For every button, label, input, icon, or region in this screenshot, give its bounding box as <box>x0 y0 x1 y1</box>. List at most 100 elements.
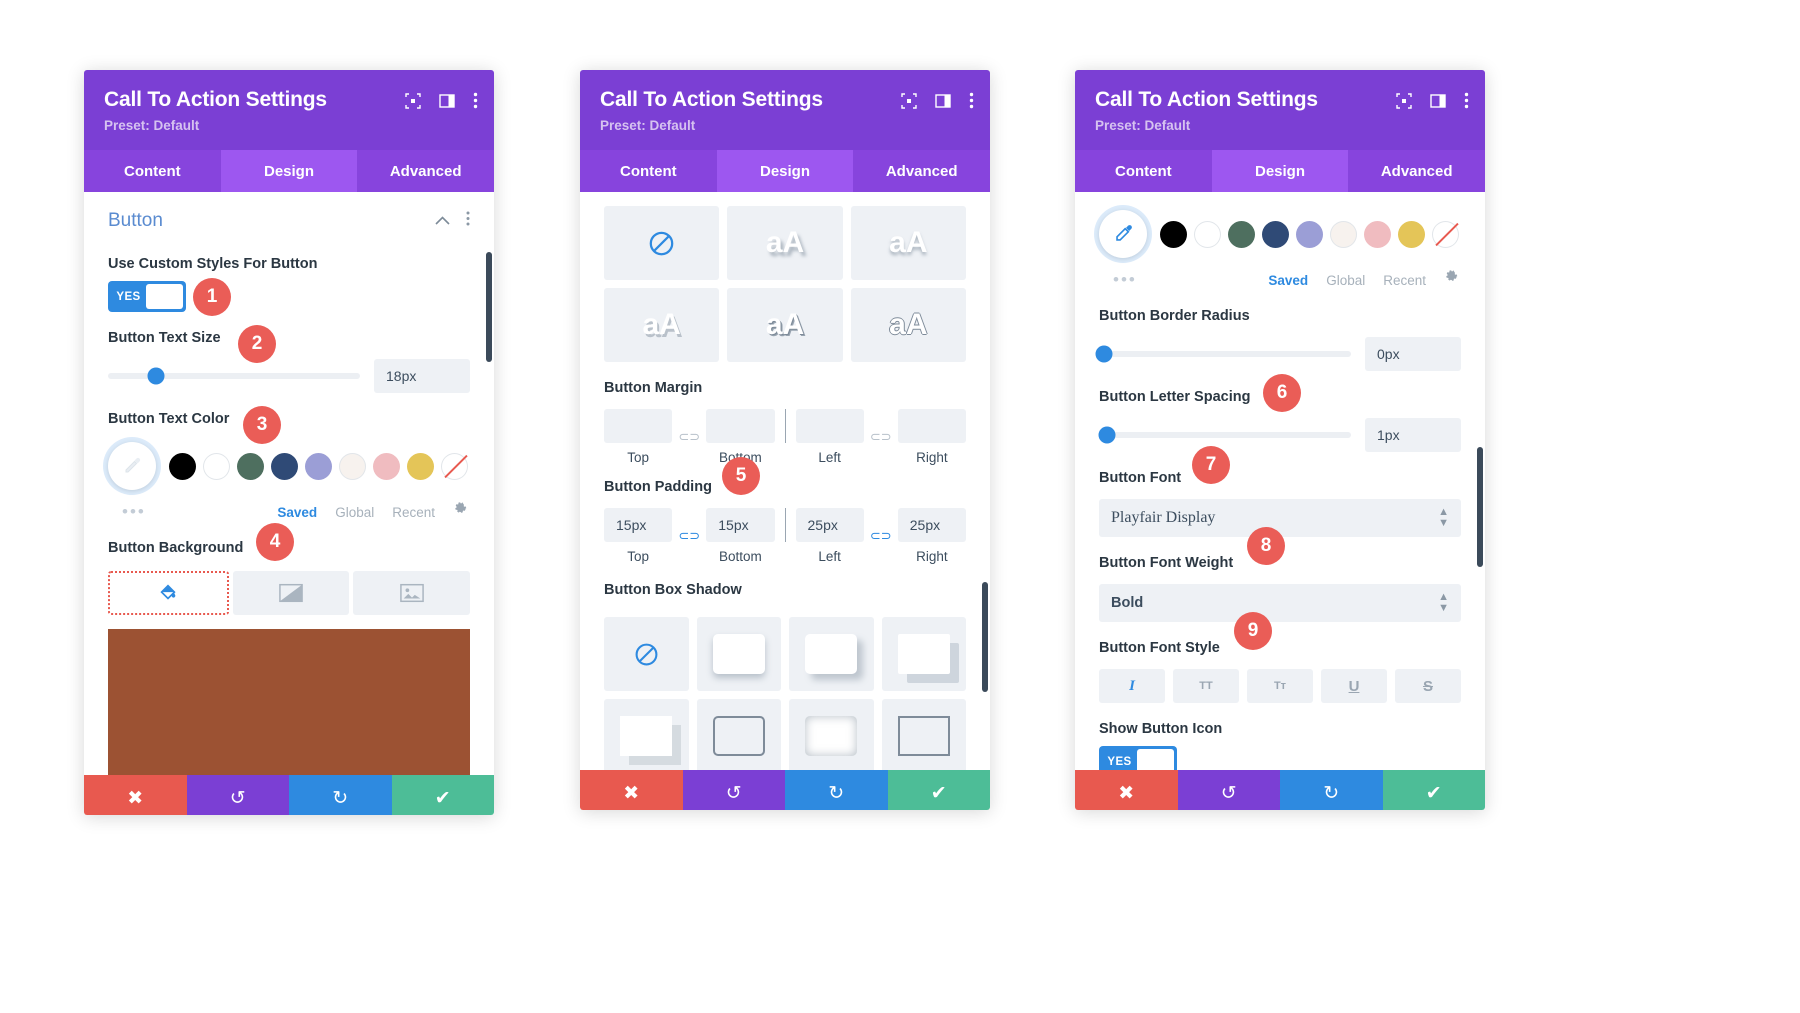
expand-icon[interactable] <box>901 92 917 109</box>
button-font-select[interactable]: Playfair Display ▲ ▼ <box>1099 499 1461 537</box>
panel-preset[interactable]: Preset: Default <box>104 118 474 133</box>
swatch-pink[interactable] <box>373 452 400 480</box>
tab-content[interactable]: Content <box>580 150 717 192</box>
cancel-button[interactable]: ✖ <box>580 770 683 810</box>
more-options-icon[interactable] <box>1464 92 1469 109</box>
expand-icon[interactable] <box>1396 92 1412 109</box>
font-style-italic[interactable]: I <box>1099 669 1165 703</box>
cancel-button[interactable]: ✖ <box>84 775 187 815</box>
swatch-black[interactable] <box>1160 220 1187 248</box>
margin-bottom-input[interactable] <box>706 409 775 443</box>
layout-panel-icon[interactable] <box>439 93 455 109</box>
swatch-navy[interactable] <box>1262 220 1289 248</box>
swatch-cream[interactable] <box>339 452 366 480</box>
tab-design[interactable]: Design <box>716 150 854 192</box>
text-shadow-option-4[interactable]: aA <box>604 288 720 362</box>
swatch-green[interactable] <box>237 452 264 480</box>
undo-button[interactable]: ↺ <box>186 775 289 815</box>
font-style-smallcaps[interactable]: Tᴛ <box>1247 669 1313 703</box>
gear-icon[interactable] <box>1444 270 1459 290</box>
more-colors-icon[interactable]: ••• <box>1099 270 1137 290</box>
link-icon[interactable]: ⊂⊃ <box>864 528 898 544</box>
letter-spacing-slider[interactable] <box>1098 426 1351 444</box>
font-style-uppercase[interactable]: TT <box>1173 669 1239 703</box>
text-shadow-option-6[interactable]: aA <box>850 288 966 362</box>
text-shadow-option-3[interactable]: aA <box>850 206 966 280</box>
link-icon[interactable]: ⊂⊃ <box>672 528 706 544</box>
undo-button[interactable]: ↺ <box>682 770 785 810</box>
swatch-white[interactable] <box>1194 220 1221 248</box>
eyedropper-icon[interactable] <box>108 442 156 490</box>
margin-left-input[interactable] <box>795 409 864 443</box>
swatch-green[interactable] <box>1228 220 1255 248</box>
expand-icon[interactable] <box>405 92 421 109</box>
link-icon[interactable]: ⊂⊃ <box>672 429 706 445</box>
text-shadow-option-2[interactable]: aA <box>727 206 843 280</box>
save-button[interactable]: ✔ <box>1382 770 1485 810</box>
swatch-cream[interactable] <box>1330 220 1357 248</box>
palette-tab-recent[interactable]: Recent <box>1383 273 1426 288</box>
palette-tab-recent[interactable]: Recent <box>392 505 435 520</box>
save-button[interactable]: ✔ <box>391 775 494 815</box>
tab-advanced[interactable]: Advanced <box>357 150 494 192</box>
button-text-size-slider[interactable] <box>108 367 360 385</box>
more-colors-icon[interactable]: ••• <box>108 502 146 522</box>
swatch-periwinkle[interactable] <box>1296 220 1323 248</box>
more-options-icon[interactable] <box>969 92 974 109</box>
margin-top-input[interactable] <box>604 409 673 443</box>
palette-tab-saved[interactable]: Saved <box>1268 273 1308 288</box>
padding-left-input[interactable]: 25px <box>795 508 864 542</box>
swatch-transparent[interactable] <box>1432 220 1459 248</box>
box-shadow-option-5[interactable] <box>604 699 689 770</box>
swatch-yellow[interactable] <box>1398 220 1425 248</box>
button-font-weight-select[interactable]: Bold ▲ ▼ <box>1099 584 1461 622</box>
slider-knob[interactable] <box>147 367 165 385</box>
slider-knob[interactable] <box>1098 426 1116 444</box>
swatch-white[interactable] <box>203 452 230 480</box>
gear-icon[interactable] <box>453 502 468 522</box>
more-options-icon[interactable] <box>466 211 470 231</box>
palette-tab-global[interactable]: Global <box>1326 273 1365 288</box>
swatch-periwinkle[interactable] <box>305 452 332 480</box>
text-shadow-none[interactable] <box>604 206 720 280</box>
tab-design[interactable]: Design <box>220 150 358 192</box>
tab-content[interactable]: Content <box>1075 150 1212 192</box>
tab-design[interactable]: Design <box>1211 150 1349 192</box>
bg-type-image[interactable] <box>353 571 471 615</box>
box-shadow-option-8[interactable] <box>881 699 966 770</box>
chevron-up-icon[interactable] <box>435 212 450 230</box>
tab-content[interactable]: Content <box>84 150 221 192</box>
layout-panel-icon[interactable] <box>1430 93 1446 109</box>
undo-button[interactable]: ↺ <box>1177 770 1280 810</box>
show-button-icon-toggle[interactable]: YES <box>1099 746 1177 770</box>
cancel-button[interactable]: ✖ <box>1075 770 1178 810</box>
swatch-transparent[interactable] <box>441 452 468 480</box>
box-shadow-option-7[interactable] <box>789 699 874 770</box>
box-shadow-option-4[interactable] <box>881 617 966 691</box>
redo-button[interactable]: ↻ <box>1280 770 1383 810</box>
redo-button[interactable]: ↻ <box>785 770 888 810</box>
palette-tab-saved[interactable]: Saved <box>277 505 317 520</box>
box-shadow-option-3[interactable] <box>789 617 874 691</box>
swatch-black[interactable] <box>169 452 196 480</box>
tab-advanced[interactable]: Advanced <box>1348 150 1485 192</box>
button-text-size-input[interactable]: 18px <box>374 359 470 393</box>
box-shadow-option-2[interactable] <box>696 617 781 691</box>
padding-right-input[interactable]: 25px <box>897 508 966 542</box>
font-style-strikethrough[interactable]: S <box>1395 669 1461 703</box>
box-shadow-option-6[interactable] <box>696 699 781 770</box>
box-shadow-none[interactable] <box>604 617 689 691</box>
slider-knob[interactable] <box>1095 345 1113 363</box>
redo-button[interactable]: ↻ <box>289 775 392 815</box>
tab-advanced[interactable]: Advanced <box>853 150 990 192</box>
background-color-preview[interactable] <box>108 629 470 775</box>
border-radius-input[interactable]: 0px <box>1365 337 1461 371</box>
padding-bottom-input[interactable]: 15px <box>706 508 775 542</box>
padding-top-input[interactable]: 15px <box>604 508 673 542</box>
font-style-underline[interactable]: U <box>1321 669 1387 703</box>
use-custom-styles-toggle[interactable]: YES <box>108 281 186 312</box>
bg-type-gradient[interactable] <box>232 571 350 615</box>
swatch-yellow[interactable] <box>407 452 434 480</box>
letter-spacing-input[interactable]: 1px <box>1365 418 1461 452</box>
border-radius-slider[interactable] <box>1095 345 1351 363</box>
